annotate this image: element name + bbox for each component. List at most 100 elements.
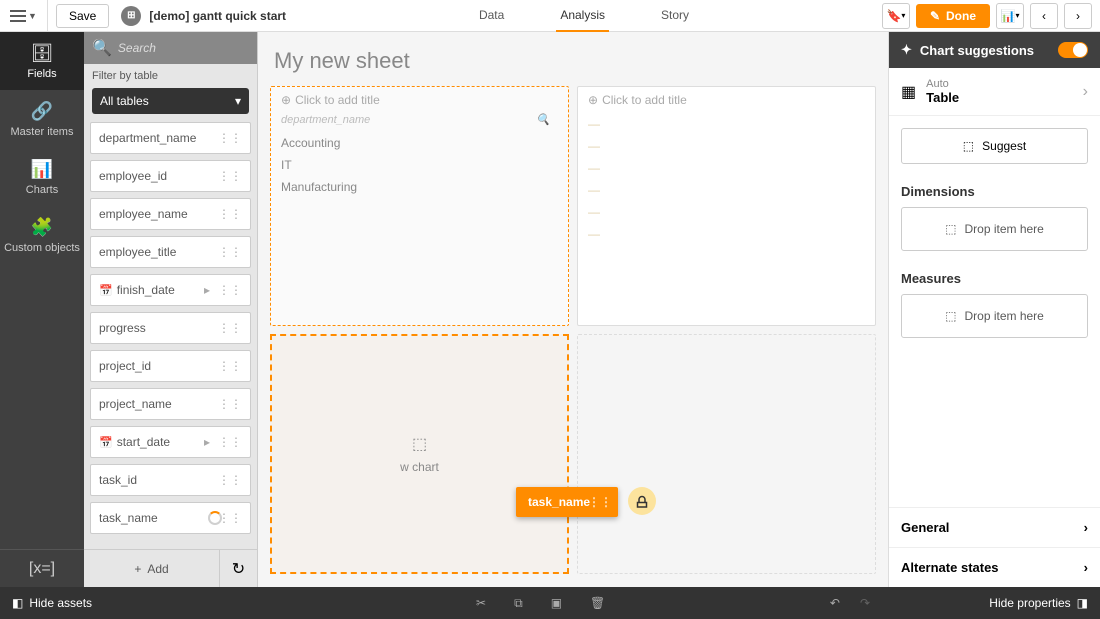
chevron-down-icon: ▾ [235, 94, 241, 108]
dimensions-drop-zone[interactable]: ⬚ Drop item here [901, 207, 1088, 251]
paste-button[interactable]: ▣ [551, 596, 562, 611]
chart-title-placeholder[interactable]: ⊕Click to add title [588, 93, 865, 107]
field-start-date[interactable]: 📅start_date▸⋮⋮ [90, 426, 251, 458]
add-field-button[interactable]: + Add [84, 562, 219, 576]
redo-button[interactable]: ↷ [860, 596, 870, 610]
field-employee-id[interactable]: employee_id⋮⋮ [90, 160, 251, 192]
table-row: — [588, 157, 865, 179]
pencil-icon: ✎ [930, 9, 940, 23]
puzzle-icon: 🧩 [31, 217, 53, 238]
search-input[interactable] [118, 41, 275, 55]
sheets-button[interactable]: 📊▾ [996, 3, 1024, 29]
filter-label: Filter by table [84, 64, 257, 88]
field-project-name[interactable]: project_name⋮⋮ [90, 388, 251, 420]
drop-icon: ⬚ [945, 222, 956, 236]
chevron-right-icon: › [1084, 520, 1088, 535]
table-row: — [588, 135, 865, 157]
app-icon: ⊞ [121, 6, 141, 26]
empty-cell[interactable] [577, 334, 876, 574]
chevron-right-icon: › [1083, 83, 1088, 101]
bookmark-button[interactable]: 🔖▾ [882, 3, 910, 29]
field-employee-name[interactable]: employee_name⋮⋮ [90, 198, 251, 230]
grip-icon: ⋮⋮ [218, 245, 242, 259]
table-row: Manufacturing [281, 176, 558, 198]
chart-suggestions-header: ✦ Chart suggestions [889, 32, 1100, 68]
auto-value: Table [926, 90, 959, 105]
chart-2[interactable]: ⊕Click to add title — — — — — — [577, 86, 876, 326]
tab-analysis[interactable]: Analysis [556, 0, 609, 32]
prev-sheet-button[interactable]: ‹ [1030, 3, 1058, 29]
variable-icon: [x=] [29, 560, 55, 578]
field-task-id[interactable]: task_id⋮⋮ [90, 464, 251, 496]
save-button[interactable]: Save [56, 4, 109, 28]
grip-icon: ⋮⋮ [218, 321, 242, 335]
refresh-icon: ↻ [232, 559, 245, 579]
field-progress[interactable]: progress⋮⋮ [90, 312, 251, 344]
chevron-right-icon: › [1084, 560, 1088, 575]
table-row: Accounting [281, 132, 558, 154]
hide-assets-button[interactable]: ◧ Hide assets [0, 596, 92, 610]
auto-chart-type[interactable]: ▦ Auto Table › [889, 68, 1100, 116]
field-task-name[interactable]: task_name⋮⋮ [90, 502, 251, 534]
tab-story[interactable]: Story [657, 0, 693, 32]
wand-icon: ✦ [901, 42, 912, 58]
new-chart-drop-target[interactable]: ⬚ w chart [270, 334, 569, 574]
sheet-title[interactable]: My new sheet [270, 40, 876, 86]
hamburger-icon [10, 10, 26, 22]
chart-1[interactable]: ⊕Click to add title department_name🔍 Acc… [270, 86, 569, 326]
drag-ghost: task_name ⋮⋮ [516, 487, 618, 517]
panel-icon: ◨ [1077, 596, 1088, 610]
search-icon: 🔍 [536, 113, 550, 126]
calendar-icon: 📅 [99, 437, 113, 449]
nav-charts[interactable]: 📊 Charts [0, 148, 84, 206]
accordion-general[interactable]: General › [889, 507, 1100, 547]
table-row: — [588, 113, 865, 135]
done-button[interactable]: ✎ Done [916, 4, 990, 28]
app-title: [demo] gantt quick start [149, 9, 286, 23]
refresh-button[interactable]: ↻ [219, 550, 257, 588]
nav-custom-objects[interactable]: 🧩 Custom objects [0, 206, 84, 264]
menu-button[interactable]: ▼ [0, 0, 48, 32]
cursor-icon [628, 487, 656, 515]
accordion-alternate-states[interactable]: Alternate states › [889, 547, 1100, 587]
table-icon: ▦ [901, 82, 916, 102]
cut-button[interactable]: ✂ [476, 596, 486, 611]
drop-hint-label: w chart [400, 460, 439, 474]
drop-icon: ⬚ [945, 309, 956, 323]
table-select[interactable]: All tables ▾ [92, 88, 249, 114]
grip-icon: ⋮⋮ [218, 435, 242, 449]
field-employee-title[interactable]: employee_title⋮⋮ [90, 236, 251, 268]
suggest-button[interactable]: ⬚ Suggest [901, 128, 1088, 164]
field-finish-date[interactable]: 📅finish_date▸⋮⋮ [90, 274, 251, 306]
new-chart-icon: ⬚ [412, 434, 427, 454]
copy-button[interactable]: ⧉ [514, 596, 523, 611]
field-project-id[interactable]: project_id⋮⋮ [90, 350, 251, 382]
undo-button[interactable]: ↶ [830, 596, 840, 610]
suggest-icon: ⬚ [963, 139, 974, 153]
chart-title-placeholder[interactable]: ⊕Click to add title [281, 93, 558, 107]
suggestions-toggle[interactable] [1058, 42, 1088, 58]
grip-icon: ⋮⋮ [218, 397, 242, 411]
grip-icon: ⋮⋮ [588, 495, 612, 509]
grip-icon: ⋮⋮ [218, 169, 242, 183]
nav-master-items[interactable]: 🔗 Master items [0, 90, 84, 148]
calendar-icon: 📅 [99, 285, 113, 297]
measures-drop-zone[interactable]: ⬚ Drop item here [901, 294, 1088, 338]
dimensions-title: Dimensions [889, 176, 1100, 207]
table-row: IT [281, 154, 558, 176]
nav-fields[interactable]: 🗄 Fields [0, 32, 84, 90]
next-sheet-button[interactable]: › [1064, 3, 1092, 29]
tab-data[interactable]: Data [475, 0, 508, 32]
field-department-name[interactable]: department_name⋮⋮ [90, 122, 251, 154]
auto-label: Auto [926, 78, 959, 90]
variables-button[interactable]: [x=] [0, 549, 84, 587]
table-row: — [588, 223, 865, 245]
plus-circle-icon: ⊕ [281, 93, 291, 107]
search-bar[interactable]: 🔍 [84, 32, 257, 64]
hide-properties-button[interactable]: Hide properties ◨ [989, 596, 1100, 610]
loading-icon [208, 511, 222, 525]
grip-icon: ⋮⋮ [218, 359, 242, 373]
delete-button[interactable]: 🗑 [590, 596, 605, 611]
link-icon: 🔗 [31, 101, 53, 122]
grip-icon: ⋮⋮ [218, 207, 242, 221]
